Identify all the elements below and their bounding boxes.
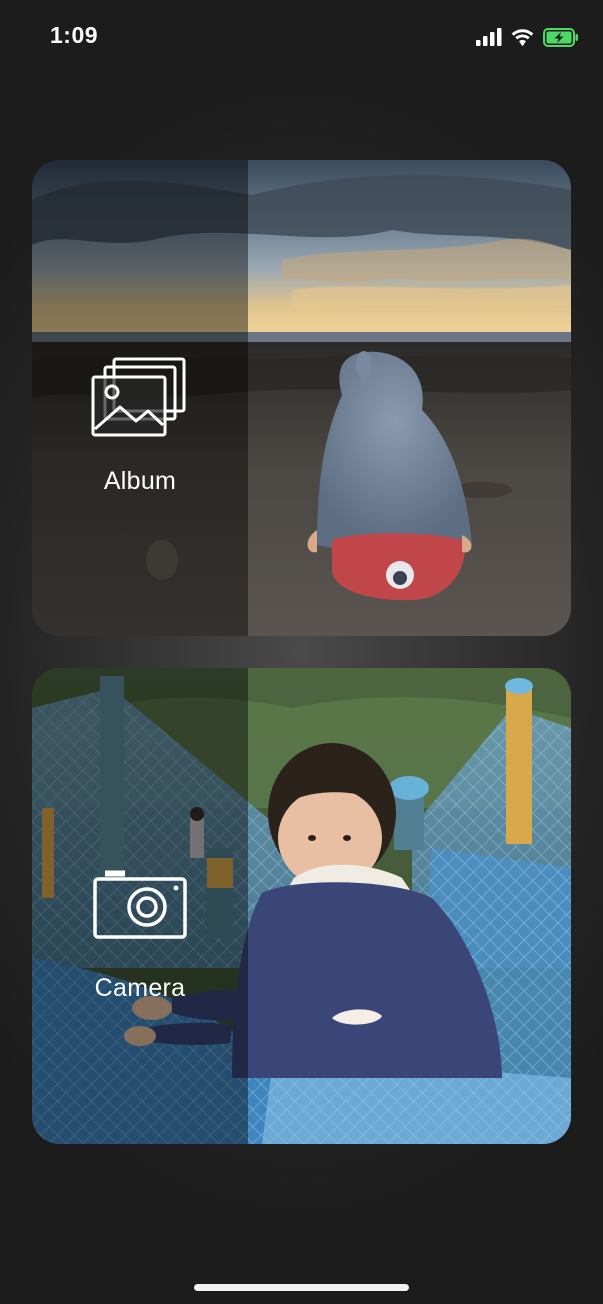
camera-label: Camera	[94, 974, 186, 1002]
cellular-signal-icon	[476, 28, 502, 46]
status-bar: 1:09	[0, 0, 603, 72]
status-time: 1:09	[50, 22, 99, 48]
album-card[interactable]: Album	[32, 160, 571, 636]
home-indicator[interactable]	[194, 1284, 409, 1291]
camera-card[interactable]: Camera	[32, 668, 571, 1144]
wifi-icon	[511, 28, 534, 46]
photo-album-icon	[91, 357, 186, 437]
camera-icon	[93, 870, 187, 939]
album-label: Album	[103, 467, 177, 495]
status-icons	[476, 26, 579, 48]
battery-charging-icon	[543, 27, 578, 47]
